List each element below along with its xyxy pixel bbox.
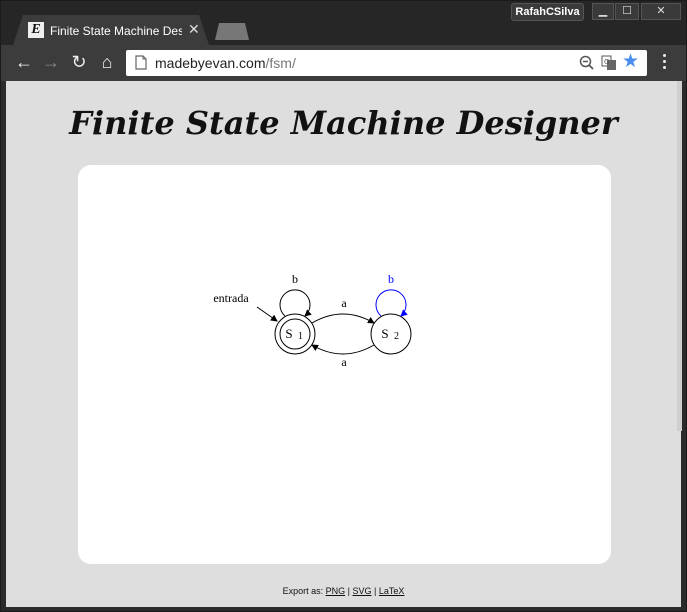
tab-close-icon[interactable]: ✕ [188,21,200,37]
browser-menu-icon[interactable] [658,54,670,74]
favicon-icon: E [28,22,44,38]
bookmark-star-icon[interactable]: ★ [622,52,639,72]
forward-arrow-icon[interactable]: → [41,52,61,72]
maximize-button[interactable]: ☐ [615,3,639,20]
browser-window: E Finite State Machine Designer ✕ RafahC… [0,0,687,612]
minimize-button[interactable]: ▁ [592,3,614,20]
page-content: Finite State Machine Designer entrada S … [6,81,681,607]
export-links: Export as: PNG | SVG | LaTeX [6,585,681,597]
transition-s1-s2[interactable] [311,313,375,324]
fsm-diagram: entrada S 1 S 2 b a a b [213,272,412,369]
home-icon[interactable]: ⌂ [97,52,117,72]
reload-icon[interactable]: ↻ [69,52,89,72]
start-arrow-label: entrada [213,291,249,305]
transition-s2-self-label: b [388,272,394,286]
transition-s1-s2-label: a [341,296,347,310]
title-bar: E Finite State Machine Designer ✕ RafahC… [1,1,686,45]
transition-s2-self[interactable] [375,289,408,317]
export-png-link[interactable]: PNG [326,586,346,596]
page-icon [135,55,147,70]
start-arrow[interactable] [256,306,278,322]
zoom-out-icon[interactable] [578,54,596,72]
state-s2-subscript: 2 [394,331,399,342]
state-s1-label: S [285,326,292,341]
scrollbar[interactable] [677,81,682,431]
export-separator: | [374,586,377,596]
url-path: /fsm/ [265,55,296,71]
export-label: Export as: [282,586,324,596]
profile-button[interactable]: RafahCSilva [511,3,584,21]
export-svg-link[interactable]: SVG [353,586,372,596]
transition-s2-s1[interactable] [311,344,375,355]
tab-fsm-designer[interactable]: E Finite State Machine Designer ✕ [13,15,209,45]
back-arrow-icon[interactable]: ← [14,52,34,72]
new-tab-button[interactable] [215,23,249,40]
state-s2-label: S [381,326,388,341]
transition-s2-s1-label: a [341,355,347,369]
state-s2-name: S [381,326,388,341]
export-separator: | [347,586,350,596]
transition-s1-self[interactable] [279,289,312,317]
page-title: Finite State Machine Designer [69,104,618,142]
close-window-button[interactable]: ✕ [641,3,681,20]
svg-text:G: G [604,58,609,66]
url-text[interactable]: madebyevan.com/fsm/ [155,55,296,71]
translate-icon[interactable]: G [601,55,617,71]
fsm-canvas[interactable]: entrada S 1 S 2 b a a b [78,165,611,564]
address-bar[interactable]: madebyevan.com/fsm/ G ★ [126,50,647,76]
toolbar: ← → ↻ ⌂ madebyevan.com/fsm/ G ★ [1,45,686,81]
transition-s1-self-label: b [292,272,298,286]
url-domain: madebyevan.com [155,55,266,71]
state-s1-name: S [285,326,292,341]
tab-title: Finite State Machine Designer [50,24,182,38]
state-s1-subscript: 1 [298,331,303,342]
state-s1[interactable] [274,313,316,355]
state-s2[interactable] [370,313,412,355]
export-latex-link[interactable]: LaTeX [379,586,405,596]
